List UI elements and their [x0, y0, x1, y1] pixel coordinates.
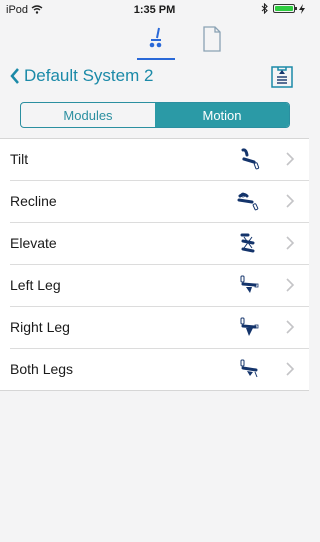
chevron-right-icon: [286, 194, 295, 208]
left-leg-icon: [240, 275, 259, 293]
list-item-label: Both Legs: [10, 361, 74, 377]
list-item-label: Left Leg: [10, 277, 61, 293]
list-item-right-leg[interactable]: Right Leg: [10, 307, 309, 349]
chevron-right-icon: [286, 362, 295, 376]
bluetooth-icon: [261, 3, 268, 14]
segment-modules[interactable]: Modules: [21, 103, 155, 127]
nav-bar: Default System 2: [0, 62, 309, 92]
chevron-right-icon: [286, 236, 295, 250]
chevron-right-icon: [286, 320, 295, 334]
document-icon: [203, 26, 221, 52]
list-item-tilt[interactable]: Tilt: [10, 139, 309, 181]
list-item-label: Elevate: [10, 235, 57, 251]
tilt-icon: [241, 148, 260, 170]
list-item-label: Recline: [10, 193, 57, 209]
chevron-right-icon: [286, 152, 295, 166]
segmented-control: Modules Motion: [20, 102, 290, 128]
list-item-recline[interactable]: Recline: [10, 181, 309, 223]
chevron-left-icon: [10, 68, 19, 84]
list-item-label: Right Leg: [10, 319, 70, 335]
tab-document[interactable]: [192, 24, 230, 58]
right-leg-icon: [240, 317, 259, 336]
elevate-icon: [240, 233, 255, 253]
chevron-right-icon: [286, 278, 295, 292]
status-bar: iPod 1:35 PM: [0, 0, 309, 20]
motion-list: Tilt Recline Elevate Left Leg Right Leg …: [0, 138, 309, 391]
list-item-elevate[interactable]: Elevate: [10, 223, 309, 265]
status-right: [261, 3, 305, 14]
back-label: Default System 2: [24, 66, 154, 85]
back-button[interactable]: Default System 2: [10, 66, 153, 86]
charging-icon: [299, 3, 305, 14]
list-item-label: Tilt: [10, 151, 29, 167]
segment-motion[interactable]: Motion: [155, 103, 289, 127]
top-tab-bar: [0, 20, 309, 62]
wheelchair-icon: [149, 27, 162, 48]
recline-icon: [237, 192, 259, 211]
list-item-left-leg[interactable]: Left Leg: [10, 265, 309, 307]
clipboard-icon[interactable]: [270, 64, 294, 88]
tab-wheelchair[interactable]: [137, 24, 175, 60]
list-item-both-legs[interactable]: Both Legs: [10, 349, 309, 390]
both-legs-icon: [240, 359, 258, 378]
battery-icon: [273, 4, 297, 13]
